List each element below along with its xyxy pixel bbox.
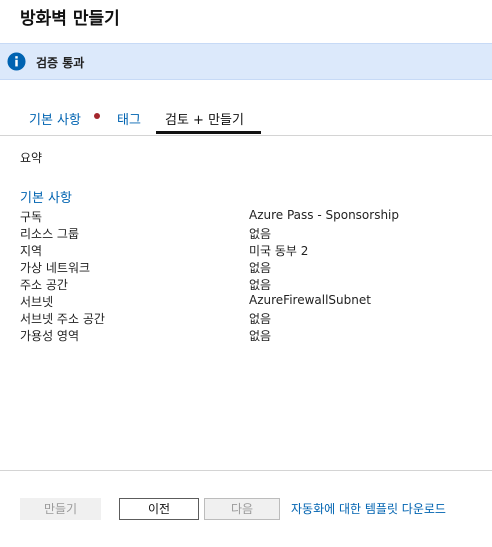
row-value: 없음	[249, 227, 272, 241]
row-label: 지역	[20, 244, 43, 258]
create-firewall-page: 방화벽 만들기 검증 통과 기본 사항 태그 검토 + 만들기 요약 기본 사항…	[0, 0, 492, 547]
tab-basics[interactable]: 기본 사항	[29, 109, 81, 128]
create-button[interactable]: 만들기	[20, 498, 101, 520]
row-value: 없음	[249, 329, 272, 343]
row-value: 없음	[249, 312, 272, 326]
error-dot-icon	[94, 113, 100, 119]
summary-row-subnet-address-space: 서브넷 주소 공간 없음	[20, 310, 480, 327]
next-button[interactable]: 다음	[204, 498, 280, 520]
page-title: 방화벽 만들기	[20, 9, 120, 29]
row-value: 미국 동부 2	[249, 244, 309, 258]
active-tab-indicator	[156, 131, 261, 134]
summary-row-subscription: 구독 Azure Pass - Sponsorship	[20, 208, 480, 225]
row-label: 가용성 영역	[20, 329, 80, 343]
tab-bar: 기본 사항 태그 검토 + 만들기	[0, 107, 492, 136]
row-value: 없음	[249, 278, 272, 292]
validation-banner: 검증 통과	[0, 43, 492, 80]
row-label: 구독	[20, 210, 43, 224]
summary-row-virtual-network: 가상 네트워크 없음	[20, 259, 480, 276]
row-value: Azure Pass - Sponsorship	[249, 208, 400, 222]
summary-row-subnet: 서브넷 AzureFirewallSubnet	[20, 293, 480, 310]
row-label: 서브넷	[20, 295, 54, 309]
info-icon	[7, 52, 26, 71]
row-label: 주소 공간	[20, 278, 68, 292]
section-title-basics: 기본 사항	[20, 191, 72, 206]
previous-button[interactable]: 이전	[119, 498, 199, 520]
summary-row-region: 지역 미국 동부 2	[20, 242, 480, 259]
validation-status-text: 검증 통과	[36, 56, 85, 70]
tab-review-create[interactable]: 검토 + 만들기	[165, 109, 244, 128]
summary-heading: 요약	[20, 151, 43, 165]
row-label: 서브넷 주소 공간	[20, 312, 105, 326]
row-label: 리소스 그룹	[20, 227, 80, 241]
tab-tags[interactable]: 태그	[117, 109, 141, 128]
row-value: AzureFirewallSubnet	[249, 293, 371, 307]
footer-divider	[0, 470, 492, 471]
summary-row-availability-zone: 가용성 영역 없음	[20, 327, 480, 344]
summary-row-address-space: 주소 공간 없음	[20, 276, 480, 293]
summary-row-resource-group: 리소스 그룹 없음	[20, 225, 480, 242]
download-template-link[interactable]: 자동화에 대한 템플릿 다운로드	[291, 500, 446, 517]
row-label: 가상 네트워크	[20, 261, 91, 275]
row-value: 없음	[249, 261, 272, 275]
